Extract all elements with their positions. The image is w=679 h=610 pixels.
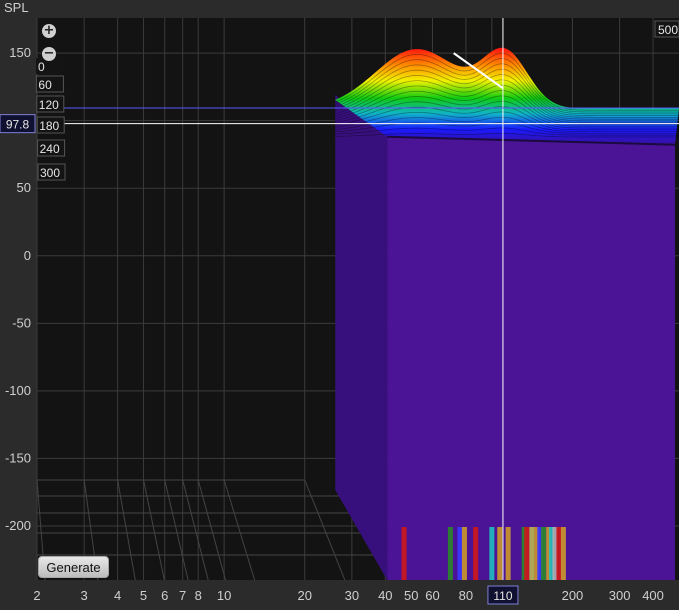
marker-bar xyxy=(560,527,566,580)
time-label: 300 xyxy=(40,166,60,180)
time-label: 60 xyxy=(38,78,52,92)
y-tick-label: -50 xyxy=(12,315,31,330)
time-label: 240 xyxy=(40,142,60,156)
x-tick-label: 7 xyxy=(179,588,186,603)
x-tick-label: 30 xyxy=(345,588,359,603)
marker-bar xyxy=(524,527,530,580)
cursor-y-readout: 97.8 xyxy=(6,118,30,132)
x-tick-label: 60 xyxy=(425,588,439,603)
marker-bar xyxy=(457,527,463,580)
marker-bar xyxy=(461,527,467,580)
marker-bar xyxy=(497,527,503,580)
x-tick-label: 4 xyxy=(114,588,121,603)
x-tick-label: 80 xyxy=(459,588,473,603)
time-label: 120 xyxy=(39,98,59,112)
marker-bar xyxy=(541,527,547,580)
x-tick-label: 2 xyxy=(33,588,40,603)
waterfall-chart[interactable]: SPL150100500-50-100-150-2002345678102030… xyxy=(0,0,679,610)
x-tick-label: 40 xyxy=(378,588,392,603)
x-tick-label: 200 xyxy=(562,588,584,603)
x-tick-label: 300 xyxy=(609,588,631,603)
x-tick-label: 8 xyxy=(195,588,202,603)
marker-bar xyxy=(556,527,562,580)
marker-bar xyxy=(505,527,511,580)
cursor-x-readout: 110 xyxy=(493,589,512,603)
marker-bar xyxy=(473,527,479,580)
waterfall-surface xyxy=(335,47,679,581)
y-tick-label: 0 xyxy=(24,248,31,263)
surface-front-face xyxy=(387,136,675,581)
marker-bar xyxy=(401,527,407,580)
x-tick-label: 50 xyxy=(404,588,418,603)
y-tick-label: -200 xyxy=(5,518,31,533)
zoom-out-icon[interactable]: − xyxy=(42,47,56,61)
marker-bar xyxy=(529,527,535,580)
y-axis-title: SPL xyxy=(4,0,29,15)
y-tick-label: 150 xyxy=(9,45,31,60)
zoom-in-icon[interactable]: + xyxy=(42,24,56,38)
y-tick-label: 50 xyxy=(17,180,31,195)
x-tick-label: 6 xyxy=(161,588,168,603)
time-label: 180 xyxy=(39,119,59,133)
x-tick-label: 5 xyxy=(140,588,147,603)
y-tick-label: -100 xyxy=(5,383,31,398)
marker-bar xyxy=(489,527,495,580)
x-tick-label: 20 xyxy=(297,588,311,603)
x-tick-label: 400 xyxy=(642,588,664,603)
time-label: 0 xyxy=(38,60,45,74)
x-tick-label: 3 xyxy=(81,588,88,603)
y-tick-label: -150 xyxy=(5,450,31,465)
time-axis-max-label: 500 xyxy=(658,23,678,37)
generate-button[interactable]: Generate xyxy=(38,556,109,578)
marker-bar xyxy=(447,527,453,580)
x-tick-label: 10 xyxy=(217,588,231,603)
